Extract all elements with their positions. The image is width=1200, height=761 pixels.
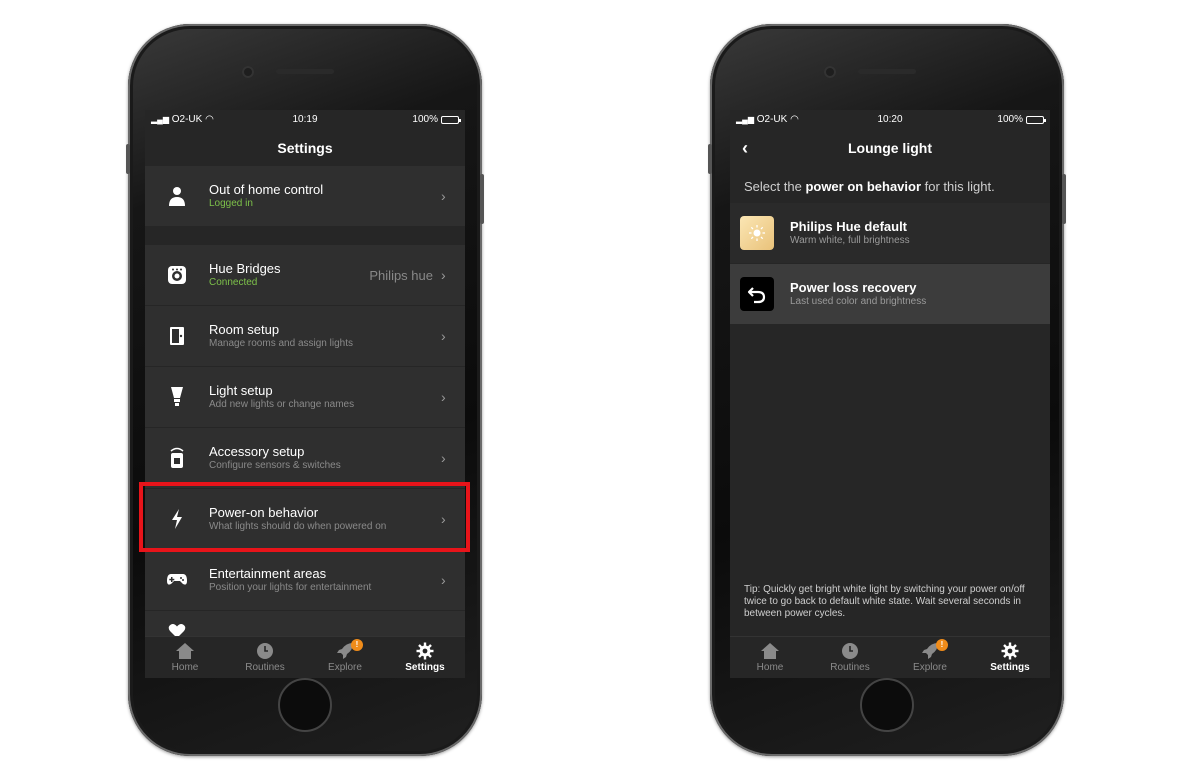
item-subtitle: Add new lights or change names xyxy=(209,399,355,410)
option-title: Power loss recovery xyxy=(790,280,917,295)
option-subtitle: Warm white, full brightness xyxy=(790,235,910,246)
chevron-right-icon: › xyxy=(441,188,446,204)
option-subtitle: Last used color and brightness xyxy=(790,296,927,307)
bulb-icon xyxy=(145,386,209,408)
undo-arrow-icon xyxy=(740,277,774,311)
tab-routines[interactable]: Routines xyxy=(225,637,305,678)
tab-settings[interactable]: Settings xyxy=(385,637,465,678)
home-button xyxy=(278,678,332,732)
chevron-right-icon: › xyxy=(441,511,446,527)
tab-bar: Home Routines Explore ! Settings xyxy=(145,636,465,678)
page-title: Settings xyxy=(277,140,333,156)
bridge-icon xyxy=(145,265,209,285)
option-title: Philips Hue default xyxy=(790,219,908,234)
battery-icon xyxy=(441,115,461,124)
power-button xyxy=(1062,174,1066,224)
chevron-right-icon: › xyxy=(441,267,446,283)
front-camera xyxy=(242,66,254,78)
notification-badge: ! xyxy=(936,639,948,651)
battery-status: 100% xyxy=(412,114,461,125)
tab-home[interactable]: Home xyxy=(730,637,810,678)
tab-bar: Home Routines Explore ! Settings xyxy=(730,636,1050,678)
option-power-loss-recovery[interactable]: Power loss recovery Last used color and … xyxy=(730,264,1050,324)
item-subtitle: Logged in xyxy=(209,198,253,209)
battery-icon xyxy=(1026,115,1046,124)
chevron-right-icon: › xyxy=(441,572,446,588)
battery-status: 100% xyxy=(997,114,1046,125)
clock-icon xyxy=(842,643,858,659)
tab-explore[interactable]: Explore ! xyxy=(305,637,385,678)
earpiece-speaker xyxy=(276,69,334,74)
item-title: Power-on behavior xyxy=(209,505,319,520)
power-button xyxy=(480,174,484,224)
house-icon xyxy=(761,643,779,659)
notification-badge: ! xyxy=(351,639,363,651)
tip-text: Tip: Quickly get bright white light by s… xyxy=(744,584,1025,619)
tab-routines[interactable]: Routines xyxy=(810,637,890,678)
right-phone: ▂▄▆ O2-UK ◠ 10:20 100% ‹ Lounge light Se… xyxy=(708,24,1066,756)
item-title: Accessory setup xyxy=(209,444,305,459)
chevron-right-icon: › xyxy=(441,389,446,405)
nav-bar: ‹ Lounge light xyxy=(730,130,1050,166)
settings-item-accessory-setup[interactable]: Accessory setup Configure sensors & swit… xyxy=(145,428,465,488)
sun-icon xyxy=(740,216,774,250)
settings-item-hue-bridges[interactable]: Hue Bridges Connected Philips hue › xyxy=(145,245,465,305)
item-title: Entertainment areas xyxy=(209,566,327,581)
item-title: Light setup xyxy=(209,383,273,398)
chevron-right-icon: › xyxy=(441,450,446,466)
clock-icon xyxy=(257,643,273,659)
instruction-text: Select the power on behavior for this li… xyxy=(744,179,995,194)
item-subtitle: Configure sensors & switches xyxy=(209,460,341,471)
back-chevron-icon[interactable]: ‹ xyxy=(742,139,748,157)
light-screen: ▂▄▆ O2-UK ◠ 10:20 100% ‹ Lounge light Se… xyxy=(730,110,1050,678)
settings-item-entertainment-areas[interactable]: Entertainment areas Position your lights… xyxy=(145,550,465,610)
remote-icon xyxy=(145,447,209,469)
settings-item-out-of-home-control[interactable]: Out of home control Logged in › xyxy=(145,166,465,226)
gear-icon xyxy=(1001,642,1019,660)
page-title: Lounge light xyxy=(848,140,932,156)
gamepad-icon xyxy=(145,573,209,587)
door-icon xyxy=(145,326,209,346)
left-phone: ▂▄▆ O2-UK ◠ 10:19 100% Settings Out of h… xyxy=(126,24,484,756)
settings-item-light-setup[interactable]: Light setup Add new lights or change nam… xyxy=(145,367,465,427)
item-title: Room setup xyxy=(209,322,280,337)
person-icon xyxy=(145,186,209,206)
settings-screen: ▂▄▆ O2-UK ◠ 10:19 100% Settings Out of h… xyxy=(145,110,465,678)
chevron-right-icon: › xyxy=(441,328,446,344)
item-subtitle: What lights should do when powered on xyxy=(209,521,387,532)
home-button xyxy=(860,678,914,732)
bridge-name-value: Philips hue xyxy=(369,267,433,283)
status-bar: ▂▄▆ O2-UK ◠ 10:19 100% xyxy=(145,110,465,130)
front-camera xyxy=(824,66,836,78)
option-philips-hue-default[interactable]: Philips Hue default Warm white, full bri… xyxy=(730,203,1050,263)
item-subtitle: Position your lights for entertainment xyxy=(209,582,372,593)
house-icon xyxy=(176,643,194,659)
settings-item-room-setup[interactable]: Room setup Manage rooms and assign light… xyxy=(145,306,465,366)
lightning-icon xyxy=(145,508,209,530)
gear-icon xyxy=(416,642,434,660)
tab-settings[interactable]: Settings xyxy=(970,637,1050,678)
status-bar: ▂▄▆ O2-UK ◠ 10:20 100% xyxy=(730,110,1050,130)
tab-explore[interactable]: Explore ! xyxy=(890,637,970,678)
settings-item-power-on-behavior[interactable]: Power-on behavior What lights should do … xyxy=(145,489,465,549)
item-subtitle: Connected xyxy=(209,277,258,288)
earpiece-speaker xyxy=(858,69,916,74)
mute-switch xyxy=(708,144,712,174)
tab-home[interactable]: Home xyxy=(145,637,225,678)
item-subtitle: Manage rooms and assign lights xyxy=(209,338,353,349)
item-title: Out of home control xyxy=(209,182,324,197)
item-title: Hue Bridges xyxy=(209,261,281,276)
mute-switch xyxy=(126,144,130,174)
